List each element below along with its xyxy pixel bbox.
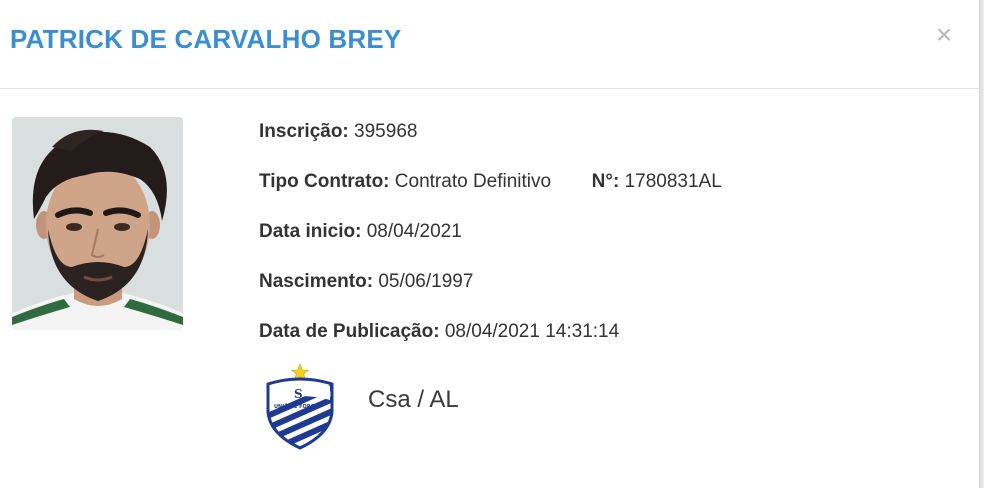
tipo-contrato-row: Tipo Contrato: Contrato Definitivo N°: 1… <box>259 169 722 219</box>
nascimento-value: 05/06/1997 <box>378 271 474 292</box>
csa-crest-icon: S UNIÃO E FORÇA <box>264 362 336 450</box>
data-publicacao-label: Data de Publicação: <box>259 321 440 342</box>
player-name-title: PATRICK DE CARVALHO BREY <box>10 24 402 54</box>
nascimento-row: Nascimento: 05/06/1997 <box>259 269 722 319</box>
numero-label: N°: <box>591 171 620 192</box>
data-inicio-label: Data inicio: <box>259 221 362 242</box>
inscricao-row: Inscrição: 395968 <box>259 119 722 169</box>
data-inicio-row: Data inicio: 08/04/2021 <box>259 219 722 269</box>
player-photo <box>12 117 183 330</box>
tipo-contrato-label: Tipo Contrato: <box>259 171 390 192</box>
svg-text:UNIÃO E FORÇA: UNIÃO E FORÇA <box>274 403 318 410</box>
numero-value: 1780831AL <box>624 171 722 192</box>
inscricao-value: 395968 <box>354 121 418 142</box>
inscricao-label: Inscrição: <box>259 121 349 142</box>
club-name: Csa / AL <box>368 386 459 413</box>
close-button[interactable]: × <box>930 20 958 50</box>
nascimento-label: Nascimento: <box>259 271 374 292</box>
player-details: Inscrição: 395968 Tipo Contrato: Contrat… <box>259 119 722 369</box>
data-inicio-value: 08/04/2021 <box>366 221 462 242</box>
data-publicacao-value: 08/04/2021 14:31:14 <box>444 321 620 342</box>
tipo-contrato-value: Contrato Definitivo <box>394 171 552 192</box>
modal-header: PATRICK DE CARVALHO BREY × <box>0 0 979 89</box>
svg-text:S: S <box>294 387 303 401</box>
modal-right-border <box>979 0 984 488</box>
